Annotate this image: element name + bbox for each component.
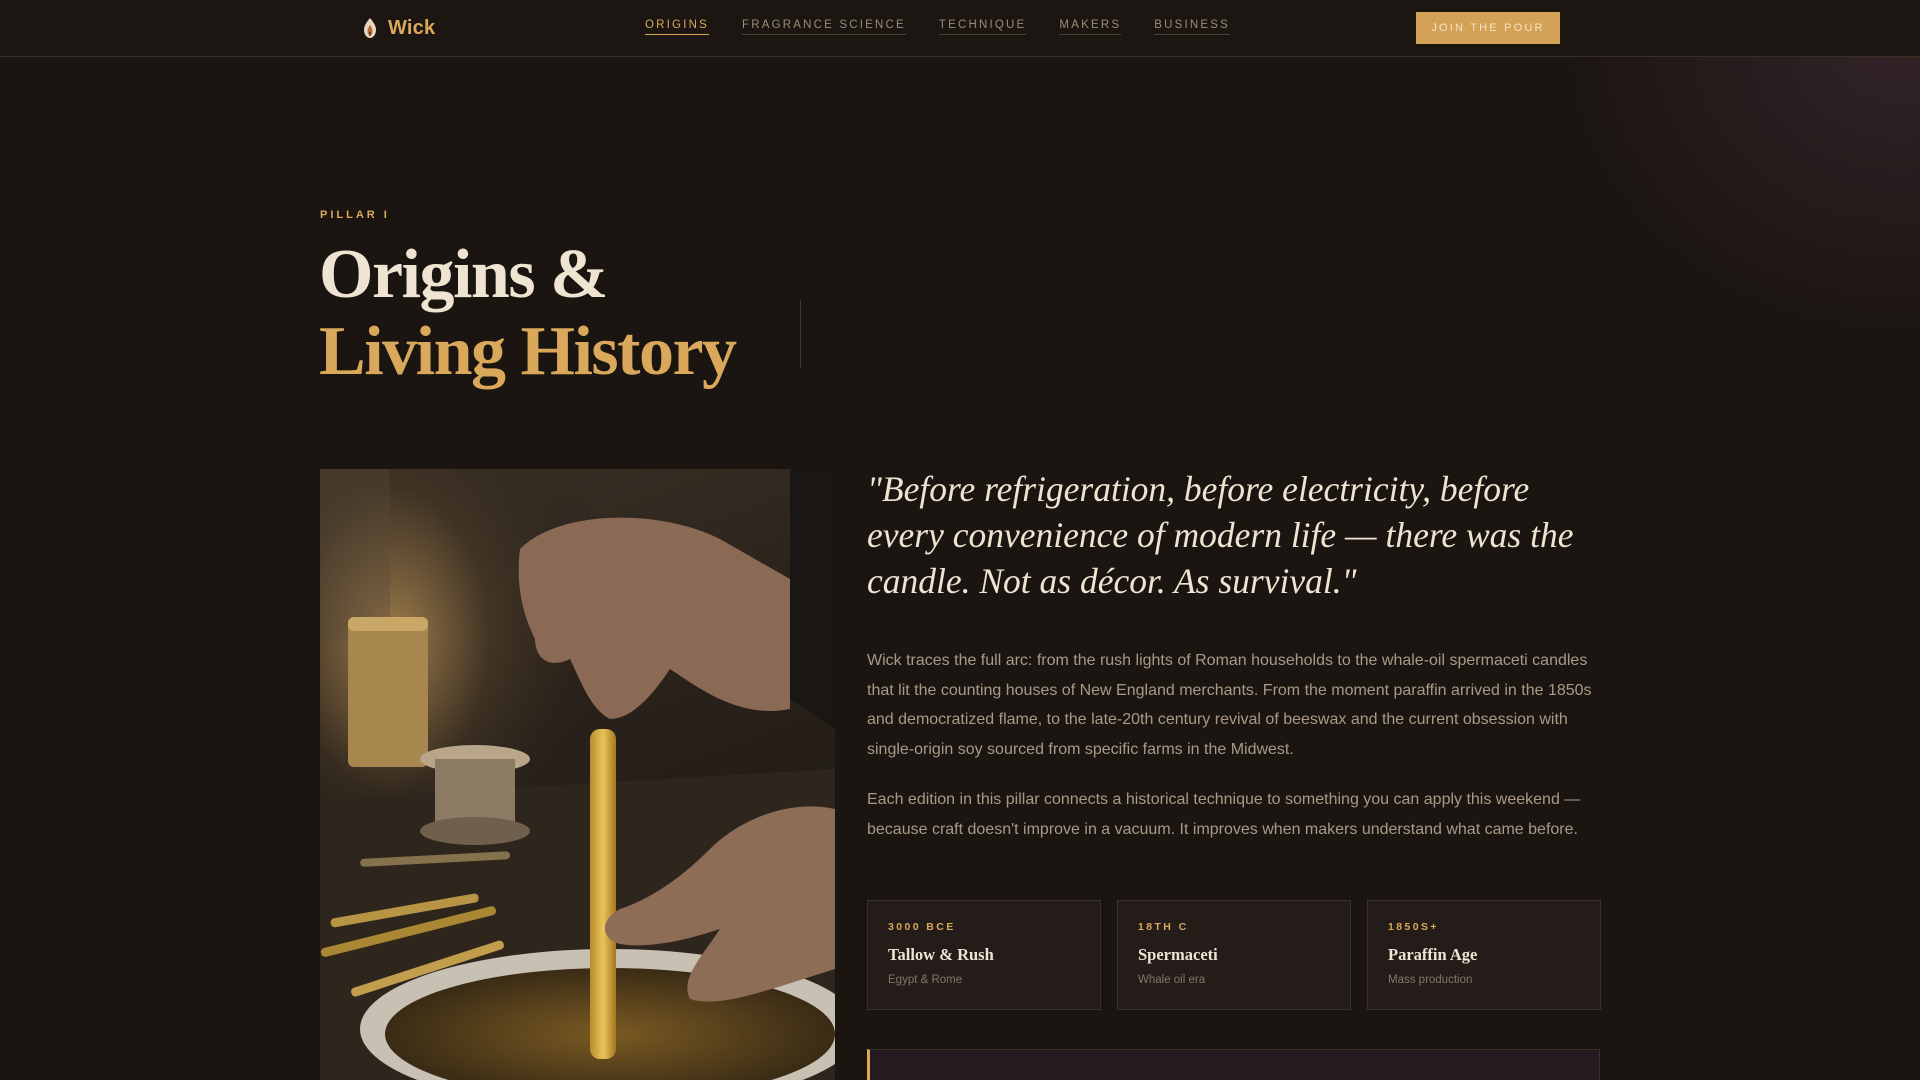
page-title-line-2: Living History: [319, 313, 737, 390]
top-navigation: Wick ORIGINS FRAGRANCE SCIENCE TECHNIQUE…: [0, 0, 1920, 57]
vertical-divider: [800, 300, 801, 368]
brand-logo[interactable]: Wick: [360, 15, 435, 41]
era-date: 18TH C: [1138, 921, 1189, 933]
photo-illustration: [320, 469, 835, 1080]
era-subtitle: Mass production: [1388, 974, 1473, 986]
era-card-tallow-rush[interactable]: 3000 BCE Tallow & Rush Egypt & Rome: [867, 900, 1101, 1010]
candle-flame-icon: [364, 18, 376, 38]
nav-link-fragrance-science[interactable]: FRAGRANCE SCIENCE: [741, 19, 906, 35]
era-title: Spermaceti: [1138, 945, 1218, 964]
intro-paragraph: Wick traces the full arc: from the rush …: [867, 652, 1592, 758]
era-title: Paraffin Age: [1388, 945, 1478, 964]
era-date: 3000 BCE: [888, 921, 956, 933]
nav-link-technique[interactable]: TECHNIQUE: [938, 19, 1027, 35]
era-card-spermaceti[interactable]: 18TH C Spermaceti Whale oil era: [1117, 900, 1351, 1010]
main-menu: ORIGINS FRAGRANCE SCIENCE TECHNIQUE MAKE…: [645, 19, 1230, 35]
nav-link-business[interactable]: BUSINESS: [1154, 19, 1230, 35]
era-date: 1850S+: [1388, 921, 1439, 933]
nav-link-origins[interactable]: ORIGINS: [645, 19, 709, 35]
era-title: Tallow & Rush: [888, 945, 994, 964]
era-card-paraffin-age[interactable]: 1850S+ Paraffin Age Mass production: [1367, 900, 1601, 1010]
pull-quote: "Before refrigeration, before electricit…: [867, 469, 1574, 601]
brand-name: Wick: [388, 16, 436, 39]
era-subtitle: Whale oil era: [1138, 974, 1206, 986]
nav-link-makers[interactable]: MAKERS: [1059, 19, 1122, 35]
pillar-eyebrow: PILLAR I: [320, 209, 390, 221]
join-the-pour-button[interactable]: JOIN THE POUR: [1416, 12, 1560, 44]
era-cards: 3000 BCE Tallow & Rush Egypt & Rome 18TH…: [867, 900, 1601, 1010]
candle-dipping-photo: [320, 469, 835, 1080]
era-subtitle: Egypt & Rome: [888, 974, 963, 986]
callout-box: [867, 1049, 1600, 1080]
page-title-line-1: Origins &: [319, 236, 608, 313]
pillar-description-paragraph: Each edition in this pillar connects a h…: [867, 791, 1581, 838]
